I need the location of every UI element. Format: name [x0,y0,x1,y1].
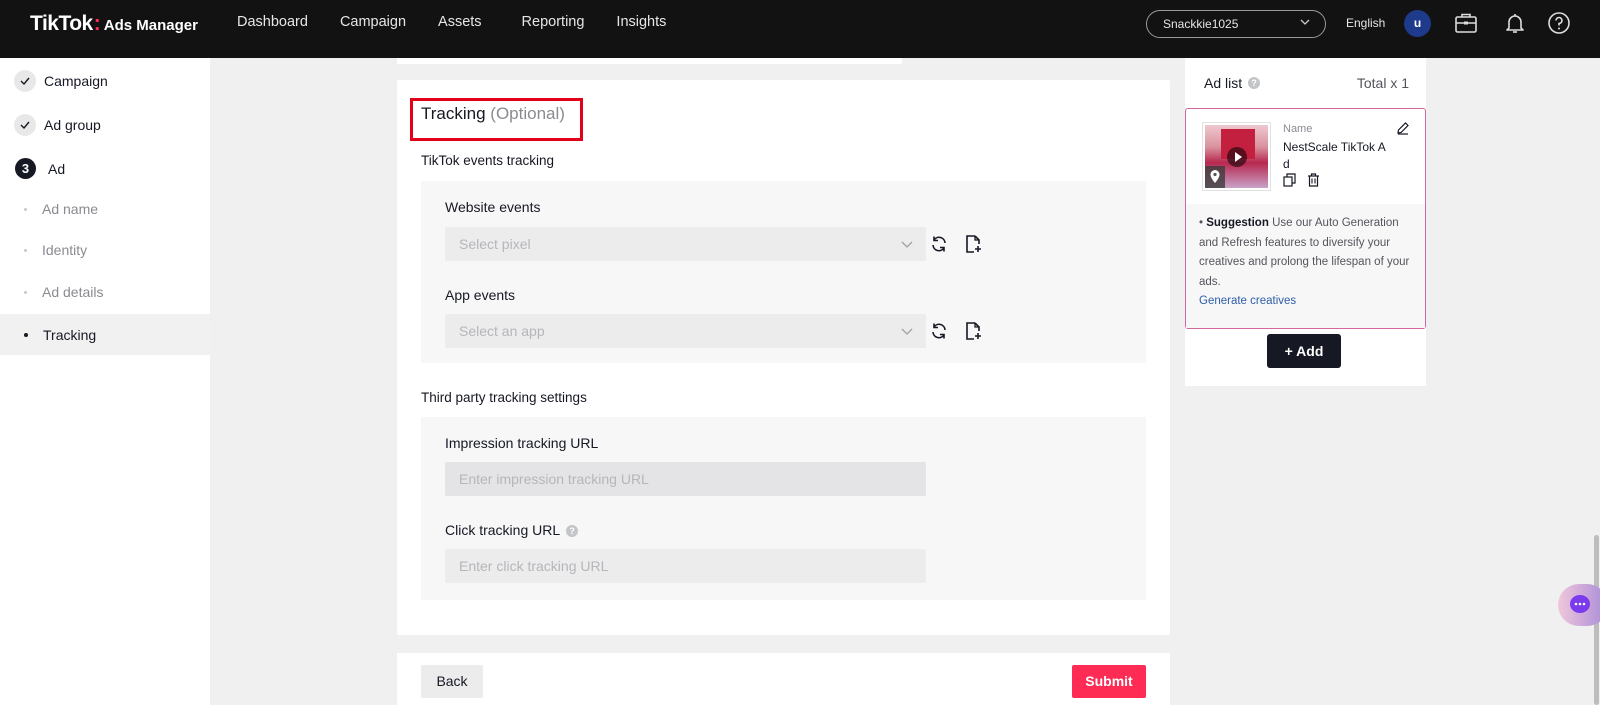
nav-dashboard[interactable]: Dashboard [237,14,308,30]
third-party-panel: Impression tracking URL Enter impression… [421,417,1146,600]
sidebar-item-ad-name[interactable]: Ad name [0,189,210,229]
account-name: Snackkie1025 [1163,17,1239,31]
refresh-icon[interactable] [929,321,949,341]
nav-insights[interactable]: Insights [616,14,666,30]
account-selector[interactable]: Snackkie1025 [1146,10,1326,38]
chevron-down-icon [901,241,913,248]
pixel-select[interactable]: Select pixel [445,227,926,261]
step-label: Ad group [44,117,101,133]
previous-section-edge [397,58,902,64]
play-icon[interactable] [1227,147,1247,167]
step-ad-group[interactable]: Ad group [14,114,101,136]
check-icon [14,70,36,92]
nav-campaign[interactable]: Campaign [340,14,406,30]
step-sidebar: Campaign Ad group 3 Ad Ad name Identity … [0,58,210,705]
tiktok-events-label: TikTok events tracking [421,153,555,168]
add-ad-button[interactable]: + Add [1267,334,1341,368]
help-icon[interactable] [1547,11,1571,35]
ad-list-title: Ad list? [1204,75,1261,91]
language-selector[interactable]: English [1346,16,1385,30]
question-icon[interactable]: ? [1248,77,1261,89]
step-label: Campaign [44,73,108,89]
website-events-label: Website events [445,199,541,215]
sidebar-item-identity[interactable]: Identity [0,230,210,270]
impression-url-label: Impression tracking URL [445,435,599,451]
user-avatar[interactable]: u [1404,10,1431,37]
ad-list-total: Total x 1 [1356,75,1409,91]
brand-name: TikTok [30,12,93,35]
step-label: Ad [48,160,66,177]
ad-name-label: Name [1283,123,1313,135]
impression-url-input[interactable]: Enter impression tracking URL [445,462,926,496]
click-url-input[interactable]: Enter click tracking URL [445,549,926,583]
ad-thumbnail[interactable] [1202,122,1271,191]
delete-icon[interactable] [1307,173,1320,187]
generate-creatives-link[interactable]: Generate creatives [1199,295,1296,307]
action-bar: Back Submit [397,653,1170,705]
third-party-label: Third party tracking settings [421,390,587,405]
sidebar-item-ad-details[interactable]: Ad details [0,272,210,312]
edit-icon[interactable] [1396,121,1410,135]
ad-list-panel: Ad list? Total x 1 Name NestScale TikTok… [1185,58,1426,386]
back-button[interactable]: Back [421,665,483,698]
nav-reporting[interactable]: Reporting [522,14,585,30]
chat-icon [1570,595,1590,613]
ad-card[interactable]: Name NestScale TikTok Ad • Suggestion Us… [1185,108,1426,329]
chat-support-button[interactable] [1558,584,1600,626]
check-icon [14,114,36,136]
chevron-down-icon [1300,19,1310,25]
app-select[interactable]: Select an app [445,314,926,348]
chevron-down-icon [901,328,913,335]
click-url-label: Click tracking URL? [445,522,579,538]
tracking-card: Tracking (Optional) TikTok events tracki… [397,80,1170,635]
step-campaign[interactable]: Campaign [14,70,108,92]
nav-assets[interactable]: Assets [438,14,482,30]
bell-icon[interactable] [1503,11,1527,35]
sidebar-item-tracking[interactable]: Tracking [0,314,210,355]
ad-name: NestScale TikTok Ad [1283,140,1386,171]
refresh-icon[interactable] [929,234,949,254]
create-app-icon[interactable] [963,321,983,341]
briefcase-icon[interactable] [1454,11,1478,35]
highlight-box [410,98,583,141]
location-pin-icon [1205,166,1225,188]
copy-icon[interactable] [1283,173,1296,187]
step-ad[interactable]: 3 Ad [15,158,65,179]
tiktok-events-panel: Website events Select pixel App events S… [421,181,1146,363]
top-navigation-bar: TikTok: Ads Manager Dashboard Campaign As… [0,0,1600,58]
brand-product: Ads Manager [103,17,198,34]
tiktok-ads-manager-logo[interactable]: TikTok: Ads Manager [30,12,198,36]
question-icon[interactable]: ? [566,525,579,537]
create-pixel-icon[interactable] [963,234,983,254]
suggestion-box: • Suggestion Use our Auto Generation and… [1186,204,1425,328]
suggestion-bold: Suggestion [1206,217,1269,229]
submit-button[interactable]: Submit [1072,665,1146,698]
app-events-label: App events [445,287,516,303]
step-number: 3 [15,158,36,179]
main-nav: Dashboard Campaign Assets Reporting Insi… [237,14,698,30]
